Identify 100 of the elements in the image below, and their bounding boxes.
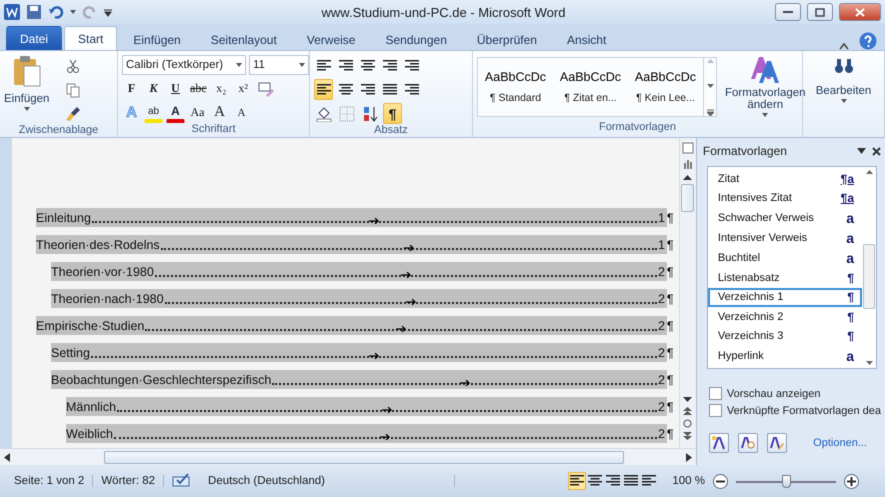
page-count: Seite: 1 von 2 bbox=[6, 475, 94, 487]
group-label: Formatvorlagen bbox=[598, 121, 678, 135]
scroll-right-icon[interactable] bbox=[686, 452, 692, 462]
customize-icon[interactable] bbox=[104, 7, 112, 17]
change-case-button[interactable]: Aa bbox=[188, 102, 207, 123]
dropdown-icon[interactable] bbox=[857, 148, 866, 154]
save-icon[interactable] bbox=[26, 4, 42, 20]
minimize-button[interactable] bbox=[775, 3, 801, 21]
format-button[interactable]: x² bbox=[234, 78, 253, 99]
zoom-level[interactable]: 100 % bbox=[658, 475, 713, 487]
format-button[interactable]: abc bbox=[188, 78, 209, 99]
style-gallery-item[interactable]: AaBbCcDc ¶ Standard bbox=[478, 58, 553, 116]
next-page-icon[interactable] bbox=[683, 432, 692, 440]
editing-button[interactable]: Bearbeiten bbox=[816, 55, 872, 137]
page-number: 1 bbox=[658, 238, 665, 252]
proofing-check-icon[interactable] bbox=[172, 472, 192, 486]
format-button[interactable]: x₂ bbox=[212, 78, 231, 99]
options-link[interactable]: Optionen... bbox=[813, 437, 867, 449]
tab-arrow-icon bbox=[396, 326, 406, 332]
ruler-toggle-icon[interactable] bbox=[682, 142, 694, 154]
ribbon-tab[interactable]: Überprüfen bbox=[462, 28, 551, 50]
show-marks-button[interactable]: ¶ bbox=[383, 103, 402, 124]
style-item[interactable]: Zitat ¶a bbox=[708, 169, 862, 188]
option-checkbox[interactable]: Vorschau anzeigen bbox=[708, 387, 881, 400]
style-item[interactable]: Verzeichnis 3 ¶ bbox=[708, 326, 862, 346]
format-button[interactable]: U bbox=[166, 78, 185, 99]
zoom-out-button[interactable] bbox=[713, 474, 728, 488]
word-count: Wörter: 82 bbox=[93, 475, 164, 487]
zoom-slider-thumb[interactable] bbox=[782, 474, 790, 488]
scroll-up-icon[interactable] bbox=[683, 174, 692, 180]
new-style-button[interactable] bbox=[708, 433, 729, 453]
change-styles-button[interactable]: Formatvorlagen ändern bbox=[725, 55, 806, 121]
word-logo-icon[interactable] bbox=[4, 4, 20, 20]
scrollbar-thumb[interactable] bbox=[104, 450, 624, 464]
style-item[interactable]: Intensiver Verweis a bbox=[708, 228, 862, 248]
grow-font-button[interactable]: A bbox=[210, 102, 229, 123]
paragraph-mark: ¶ bbox=[666, 318, 675, 332]
ribbon-tab[interactable]: Seitenlayout bbox=[196, 28, 291, 50]
tab-arrow-icon bbox=[460, 380, 470, 386]
ribbon-tab[interactable]: Sendungen bbox=[371, 28, 461, 50]
paste-button[interactable]: Einfügen bbox=[4, 55, 50, 124]
manage-styles-button[interactable] bbox=[766, 433, 787, 453]
page-number: 2 bbox=[658, 372, 665, 386]
style-gallery-item[interactable]: AaBbCcDc ¶ Zitat en... bbox=[553, 58, 628, 116]
font-size-field[interactable]: 11 bbox=[249, 55, 309, 75]
zoom-in-button[interactable] bbox=[844, 474, 859, 488]
more-icon[interactable] bbox=[706, 109, 714, 116]
style-item[interactable]: Verzeichnis 2 ¶ bbox=[708, 307, 862, 326]
view-icon bbox=[588, 475, 602, 487]
ribbon-tab[interactable]: Ansicht bbox=[552, 28, 620, 50]
style-item[interactable]: Verzeichnis 1 ¶ bbox=[708, 288, 862, 307]
font-color-button[interactable]: A bbox=[166, 102, 185, 123]
style-item[interactable]: Schwacher Verweis a bbox=[708, 208, 862, 228]
style-item[interactable]: Hyperlink a bbox=[708, 346, 862, 366]
collapse-ribbon-icon[interactable] bbox=[839, 42, 849, 50]
ribbon-tab[interactable]: Einfügen bbox=[119, 28, 195, 50]
maximize-icon bbox=[815, 8, 825, 16]
paragraph-mark: ¶ bbox=[666, 264, 675, 278]
scrollbar-thumb[interactable] bbox=[681, 184, 694, 212]
scroll-down-icon[interactable] bbox=[683, 397, 692, 403]
scroll-down-icon[interactable] bbox=[706, 84, 714, 88]
toc-entry-title: Beobachtungen·Geschlechterspezifisch bbox=[51, 372, 272, 386]
font-name-field[interactable]: Calibri (Textkörper) bbox=[122, 55, 246, 75]
sort-icon bbox=[362, 106, 378, 122]
browse-object-icon[interactable] bbox=[683, 419, 692, 428]
minimize-icon bbox=[783, 10, 793, 14]
shrink-font-button[interactable]: A bbox=[232, 102, 251, 123]
style-gallery-item[interactable]: AaBbCcDc ¶ Kein Lee... bbox=[628, 58, 703, 116]
style-item[interactable]: Buchtitel a bbox=[708, 248, 862, 268]
align-button[interactable] bbox=[314, 79, 333, 100]
close-button[interactable] bbox=[839, 3, 881, 21]
highlight-button[interactable]: ab bbox=[144, 102, 163, 123]
undo-icon[interactable] bbox=[48, 4, 64, 20]
paragraph-mark: ¶ bbox=[666, 292, 675, 306]
maximize-button[interactable] bbox=[807, 3, 833, 21]
align-icon bbox=[316, 84, 330, 96]
ribbon-tab[interactable]: Start bbox=[64, 26, 118, 50]
caret-icon bbox=[24, 107, 30, 111]
tab-arrow-icon bbox=[382, 407, 392, 413]
option-checkbox[interactable]: Verknüpfte Formatvorlagen dea bbox=[708, 404, 881, 417]
scroll-up-icon[interactable] bbox=[866, 169, 872, 174]
language-status[interactable]: Deutsch (Deutschland) bbox=[200, 475, 456, 487]
style-item[interactable]: Intensives Zitat ¶a bbox=[708, 188, 862, 208]
file-tab[interactable]: Datei bbox=[6, 26, 62, 50]
scrollbar-thumb[interactable] bbox=[863, 244, 875, 309]
view-button[interactable] bbox=[568, 472, 586, 490]
style-item[interactable]: Listenabsatz ¶ bbox=[708, 268, 862, 288]
help-icon[interactable] bbox=[859, 32, 877, 50]
letters-star-icon bbox=[712, 436, 726, 450]
paragraph-mark: ¶ bbox=[666, 372, 675, 386]
scroll-down-icon[interactable] bbox=[866, 361, 872, 366]
caret-icon bbox=[299, 63, 305, 67]
format-button[interactable]: K bbox=[144, 78, 163, 99]
style-inspector-button[interactable] bbox=[738, 433, 758, 453]
close-icon[interactable] bbox=[872, 146, 881, 156]
previous-page-icon[interactable] bbox=[683, 407, 692, 415]
format-button[interactable]: F bbox=[122, 78, 141, 99]
scroll-left-icon[interactable] bbox=[4, 452, 10, 462]
ribbon-tab[interactable]: Verweise bbox=[292, 28, 370, 50]
page-number: 2 bbox=[658, 264, 665, 278]
